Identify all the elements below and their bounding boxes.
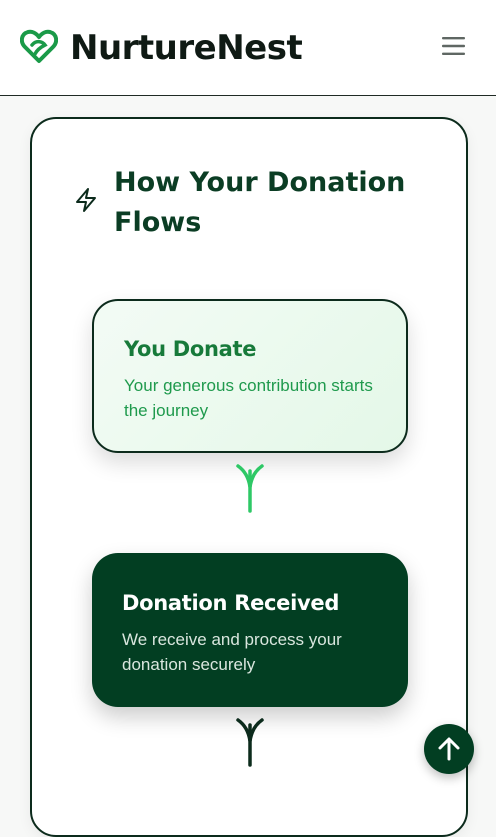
arrow-up-icon — [438, 737, 460, 761]
site-header: NurtureNest — [0, 0, 496, 96]
lightning-bolt-icon — [76, 188, 96, 212]
step-title: You Donate — [124, 337, 257, 361]
hamburger-menu-icon — [442, 37, 465, 55]
brand-name[interactable]: NurtureNest — [70, 26, 303, 70]
menu-button[interactable] — [438, 32, 470, 60]
flow-step-you-donate: You Donate Your generous contribution st… — [92, 299, 408, 453]
branch-arrow-icon — [236, 718, 264, 767]
scroll-to-top-button[interactable] — [424, 724, 474, 774]
section-title: How Your Donation Flows — [114, 167, 406, 238]
step-title: Donation Received — [122, 591, 340, 615]
step-description: We receive and process your donation sec… — [122, 630, 342, 674]
heart-leaf-icon[interactable] — [20, 28, 58, 64]
step-description: Your generous contribution starts the jo… — [124, 376, 373, 420]
donation-flow-card: How Your Donation Flows You Donate Your … — [30, 117, 468, 837]
main-content: How Your Donation Flows You Donate Your … — [0, 97, 496, 837]
flow-step-donation-received: Donation Received We receive and process… — [92, 553, 408, 707]
branch-arrow-icon — [236, 464, 264, 513]
